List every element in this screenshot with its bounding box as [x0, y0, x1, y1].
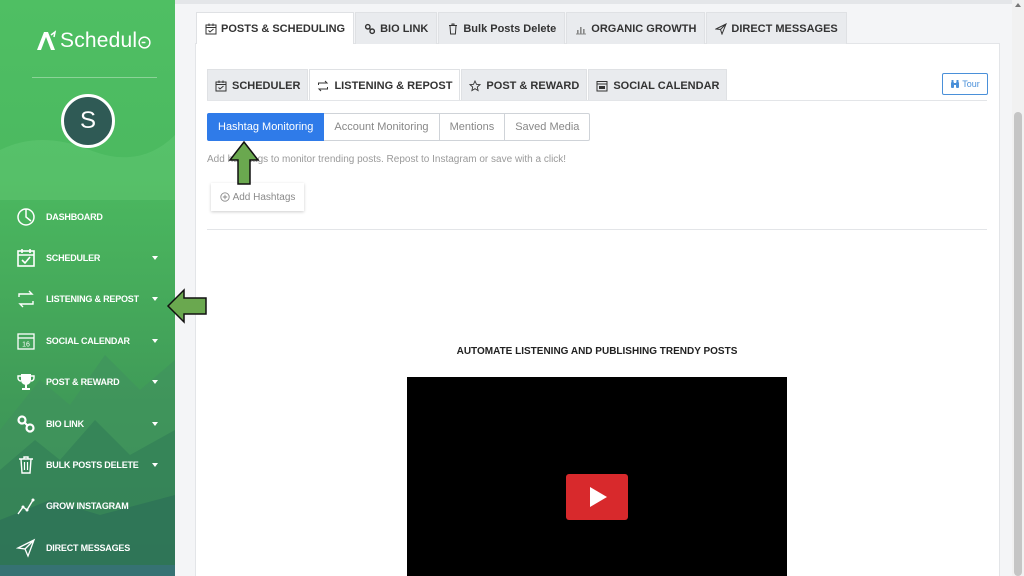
tour-label: Tour	[962, 79, 980, 89]
calendar-check-icon	[215, 80, 227, 91]
svg-text:16: 16	[22, 341, 30, 348]
section-divider	[207, 229, 987, 230]
repost-icon	[18, 290, 34, 308]
sidebar-item-post-reward[interactable]: POST & REWARD	[0, 362, 175, 403]
tab-account-monitoring[interactable]: Account Monitoring	[324, 113, 440, 141]
sub-tabs: SCHEDULER LISTENING & REPOST POST & REWA…	[207, 69, 728, 101]
tab-bio-link[interactable]: BIO LINK	[355, 12, 438, 44]
chevron-down-icon[interactable]	[152, 421, 158, 426]
sidebar: Schedul S DASHBOARD SCHEDULER LISTENING …	[0, 0, 175, 576]
trash-icon	[449, 23, 458, 34]
sidebar-item-label: POST & REWARD	[46, 377, 120, 388]
sidebar-header: Schedul S	[0, 0, 175, 196]
tab-label: POSTS & SCHEDULING	[221, 22, 346, 35]
sidebar-item-scheduler[interactable]: SCHEDULER	[0, 237, 175, 278]
brand-name: Schedul	[60, 29, 138, 52]
play-button[interactable]	[566, 474, 628, 520]
repost-icon	[318, 80, 329, 91]
sidebar-item-label: BULK POSTS DELETE	[46, 460, 139, 471]
top-tabs: POSTS & SCHEDULING BIO LINK Bulk Posts D…	[196, 12, 848, 44]
chevron-down-icon[interactable]	[152, 297, 158, 302]
calendar-icon	[596, 80, 608, 91]
sidebar-item-label: GROW INSTAGRAM	[46, 501, 129, 512]
scroll-up-arrow-icon[interactable]	[1015, 3, 1021, 7]
play-icon	[590, 487, 607, 507]
logo-mark-icon	[37, 30, 57, 50]
chevron-down-icon[interactable]	[152, 380, 158, 385]
tab-mentions[interactable]: Mentions	[439, 113, 506, 141]
tab-label: SCHEDULER	[232, 79, 301, 92]
sidebar-item-bulk-posts-delete[interactable]: BULK POSTS DELETE	[0, 444, 175, 485]
video-title: AUTOMATE LISTENING AND PUBLISHING TRENDY…	[456, 346, 738, 357]
calendar-check-icon	[17, 249, 35, 267]
tab-label: DIRECT MESSAGES	[731, 22, 838, 35]
tab-label: ORGANIC GROWTH	[591, 22, 697, 35]
calendar-16-icon: 16	[17, 333, 35, 350]
scrollbar-thumb[interactable]	[1014, 112, 1022, 576]
tab-label: Bulk Posts Delete	[463, 22, 557, 35]
tab-bulk-posts-delete[interactable]: Bulk Posts Delete	[438, 12, 566, 44]
tab-hashtag-monitoring[interactable]: Hashtag Monitoring	[207, 113, 325, 141]
tab-direct-messages[interactable]: DIRECT MESSAGES	[706, 12, 847, 44]
monitoring-tabs: Hashtag Monitoring Account Monitoring Me…	[207, 113, 591, 141]
sidebar-item-label: DIRECT MESSAGES	[46, 542, 131, 553]
sidebar-nav: DASHBOARD SCHEDULER LISTENING & REPOST 1…	[0, 196, 175, 569]
sidebar-item-dashboard[interactable]: DASHBOARD	[0, 196, 175, 237]
sidebar-item-direct-messages[interactable]: DIRECT MESSAGES	[0, 527, 175, 568]
add-hashtags-button[interactable]: Add Hashtags	[211, 183, 304, 211]
video-player[interactable]	[407, 377, 787, 576]
sidebar-item-label: LISTENING & REPOST	[46, 294, 139, 305]
tab-label: POST & REWARD	[486, 79, 580, 92]
app-window: Schedul S DASHBOARD SCHEDULER LISTENING …	[0, 0, 1024, 576]
sidebar-item-social-calendar[interactable]: 16 SOCIAL CALENDAR	[0, 320, 175, 361]
sub-tabs-divider	[207, 100, 987, 101]
logo-divider	[32, 77, 157, 78]
tour-button[interactable]: Tour	[942, 73, 988, 95]
tab-scheduler[interactable]: SCHEDULER	[207, 69, 309, 101]
sidebar-item-bio-link[interactable]: BIO LINK	[0, 403, 175, 444]
growth-chart-icon	[17, 498, 35, 515]
sidebar-item-listening-repost[interactable]: LISTENING & REPOST	[0, 279, 175, 320]
tab-listening-repost[interactable]: LISTENING & REPOST	[309, 69, 461, 101]
top-strip	[175, 0, 1024, 4]
trash-icon	[19, 456, 33, 474]
scrollbar[interactable]	[1012, 0, 1024, 576]
bar-chart-icon	[576, 26, 587, 34]
tab-label: SOCIAL CALENDAR	[613, 79, 720, 92]
logo-clock-icon	[138, 35, 151, 49]
star-icon	[469, 79, 482, 92]
paper-plane-icon	[16, 538, 36, 558]
tab-label: LISTENING & REPOST	[334, 79, 453, 92]
plus-circle-icon	[219, 192, 230, 202]
calendar-check-icon	[205, 23, 217, 34]
link-icon	[17, 415, 35, 433]
tab-label: BIO LINK	[380, 22, 429, 35]
brand-logo[interactable]: Schedul	[34, 29, 151, 53]
link-icon	[364, 23, 376, 34]
sidebar-item-label: SCHEDULER	[46, 253, 101, 264]
avatar-initial: S	[79, 107, 96, 134]
sidebar-item-label: BIO LINK	[46, 418, 84, 429]
avatar[interactable]: S	[61, 94, 115, 148]
chevron-down-icon[interactable]	[152, 256, 158, 261]
tab-posts-scheduling[interactable]: POSTS & SCHEDULING	[196, 12, 355, 44]
binoculars-icon	[951, 80, 960, 88]
tab-organic-growth[interactable]: ORGANIC GROWTH	[566, 12, 706, 44]
paper-plane-icon	[715, 22, 728, 35]
tab-saved-media[interactable]: Saved Media	[505, 113, 591, 141]
help-text: Add hashtags to monitor trending posts. …	[207, 154, 567, 165]
add-hashtags-label: Add Hashtags	[232, 191, 296, 203]
chevron-down-icon[interactable]	[152, 463, 158, 468]
tab-social-calendar[interactable]: SOCIAL CALENDAR	[588, 69, 728, 101]
dashboard-gauge-icon	[17, 207, 35, 226]
chevron-down-icon[interactable]	[152, 338, 158, 343]
sidebar-item-grow-instagram[interactable]: GROW INSTAGRAM	[0, 486, 175, 527]
sidebar-item-label: DASHBOARD	[46, 211, 103, 222]
sidebar-item-label: SOCIAL CALENDAR	[46, 335, 130, 346]
tab-post-reward[interactable]: POST & REWARD	[461, 69, 588, 101]
trophy-icon	[17, 374, 35, 391]
